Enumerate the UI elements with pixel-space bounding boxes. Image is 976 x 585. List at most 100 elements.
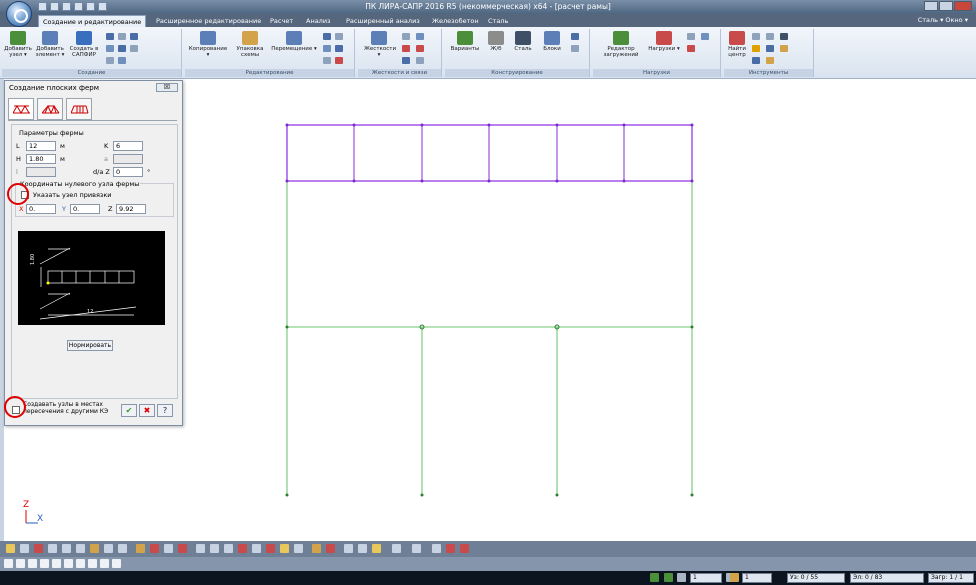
stiffness-button[interactable]: Жесткости ▾ [364,31,396,58]
tb2-4-icon[interactable] [40,559,49,568]
tb-flag-icon[interactable] [164,544,173,553]
node[interactable] [555,123,559,127]
add-element-button[interactable]: Добавить элемент ▾ [35,31,65,58]
save-icon[interactable] [62,2,71,11]
dialog-close-button[interactable]: ☒ [156,83,178,92]
tb2-10-icon[interactable] [112,559,121,568]
node[interactable] [420,123,424,127]
find-center-button[interactable]: Найти центр [726,31,748,58]
print-icon[interactable] [98,2,107,11]
tab-create-edit[interactable]: Создание и редактирование [38,15,147,27]
h-input[interactable]: 1.80 [26,154,56,164]
loads-button[interactable]: Нагрузки ▾ [647,31,681,52]
copy-button[interactable]: Копирование ▾ [187,31,229,58]
tab-steel[interactable]: Сталь [484,15,512,27]
tb-axes-icon[interactable] [344,544,353,553]
tb2-9-icon[interactable] [100,559,109,568]
steel-button[interactable]: Сталь [511,31,535,52]
arc-icon[interactable] [106,57,114,64]
load-opt-3-icon[interactable] [687,45,695,52]
node[interactable] [420,179,424,183]
k-input[interactable]: 6 [113,141,143,151]
mirror-icon[interactable] [335,45,343,52]
link-icon[interactable] [416,33,424,40]
node[interactable] [420,493,424,497]
tb2-5-icon[interactable] [52,559,61,568]
tool-5-icon[interactable] [780,45,788,52]
tb-select-icon[interactable] [6,544,15,553]
node[interactable] [285,123,289,127]
tool-2-icon[interactable] [766,33,774,40]
rigid-insert-icon[interactable] [416,57,424,64]
tool-7-icon[interactable] [766,57,774,64]
tb-export-icon[interactable] [238,544,247,553]
tool-6-icon[interactable] [752,57,760,64]
sb-case-select[interactable]: 1 [690,573,722,583]
l-input[interactable]: 12 [26,141,56,151]
undo-icon[interactable] [74,2,83,11]
load-opt-1-icon[interactable] [687,33,695,40]
node[interactable] [690,123,694,127]
tb2-6-icon[interactable] [64,559,73,568]
sb-variant-select[interactable]: 1 [742,573,772,583]
axes-icon[interactable] [402,57,410,64]
tb-marker-icon[interactable] [178,544,187,553]
tb-coord-icon[interactable] [358,544,367,553]
tb-hand-icon[interactable] [280,544,289,553]
tb-refresh-icon[interactable] [446,544,455,553]
tb2-3-icon[interactable] [28,559,37,568]
node[interactable] [690,179,694,183]
minimize-button[interactable] [924,1,938,11]
y-coord-input[interactable]: 0. [70,204,100,214]
load-opt-2-icon[interactable] [701,33,709,40]
tb-projection-xz-icon[interactable] [372,544,381,553]
load-case-editor-button[interactable]: Редактор загружений [603,31,639,58]
pack-scheme-button[interactable]: Упаковка схемы [231,31,269,58]
sum-icon[interactable] [780,33,788,40]
tb2-8-icon[interactable] [88,559,97,568]
tb-fragment-icon[interactable] [150,544,159,553]
tb-zoom-icon[interactable] [48,544,57,553]
tb-grid-icon[interactable] [196,544,205,553]
node[interactable] [555,179,559,183]
design-opt-2-icon[interactable] [571,45,579,52]
tab-truss-type-1[interactable] [8,98,34,120]
node[interactable] [285,179,289,183]
rc-button[interactable]: Ж/б [485,31,507,52]
tb-element-icon[interactable] [34,544,43,553]
node[interactable] [690,493,694,497]
tb-layer-icon[interactable] [210,544,219,553]
blocks-button[interactable]: Блоки [539,31,565,52]
maximize-button[interactable] [939,1,953,11]
tab-truss-type-3[interactable] [66,98,92,120]
tb-node-icon[interactable] [20,544,29,553]
close-window-button[interactable] [954,1,972,11]
tb2-2-icon[interactable] [16,559,25,568]
tool-1-icon[interactable] [752,33,760,40]
tab-extended-analysis[interactable]: Расширенный анализ [342,15,424,27]
rotate-icon[interactable] [323,45,331,52]
app-menu-button[interactable] [6,1,32,27]
tab-reinforced-concrete[interactable]: Железобетон [428,15,483,27]
support-icon[interactable] [402,45,410,52]
spline-icon[interactable] [118,57,126,64]
node[interactable] [285,325,289,329]
new-file-icon[interactable] [38,2,47,11]
create-in-sapfir-button[interactable]: Создать в САПФИР [68,31,100,58]
sort-icon[interactable] [335,33,343,40]
line-icon[interactable] [118,33,126,40]
tb-print-icon[interactable] [224,544,233,553]
cut-icon[interactable] [323,33,331,40]
open-file-icon[interactable] [50,2,59,11]
plate-icon[interactable] [118,45,126,52]
tb-zoom-in-icon[interactable] [62,544,71,553]
design-opt-1-icon[interactable] [571,33,579,40]
constraint-icon[interactable] [416,45,424,52]
tb-zoom-out-icon[interactable] [76,544,85,553]
tb2-7-icon[interactable] [76,559,85,568]
cancel-button[interactable]: ✖ [139,404,155,417]
node[interactable] [622,179,626,183]
add-node-button[interactable]: Добавить узел ▾ [4,31,32,58]
tb2-1-icon[interactable] [4,559,13,568]
ribbon-right-menu[interactable]: Сталь ▾ Окно ▾ [918,16,968,24]
